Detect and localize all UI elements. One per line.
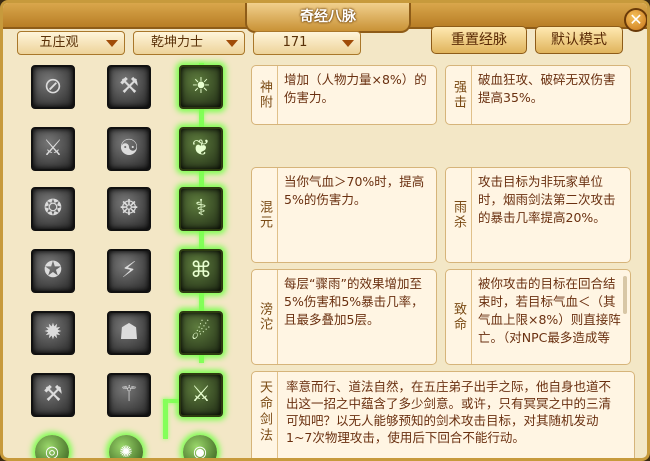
skill-glyph-icon: ☗ [119, 320, 139, 345]
meridian-path-line [163, 399, 168, 439]
orb-glyph-icon: ✺ [119, 442, 133, 461]
talent-card-pangtuo[interactable]: 滂沱 每层“骤雨”的效果增加至5%伤害和5%暴击几率，且最多叠加5层。 [251, 269, 437, 365]
orb-glyph-icon: ◎ [45, 442, 59, 461]
default-mode-button[interactable]: 默认模式 [535, 26, 623, 54]
skill-glyph-icon: ✹ [43, 320, 63, 345]
level-dropdown[interactable]: 171 [253, 31, 361, 55]
school-dropdown[interactable]: 乾坤力士 [133, 31, 245, 55]
skill-icon[interactable]: ⚒ [31, 373, 75, 417]
skill-glyph-icon: ❂ [43, 196, 63, 221]
skill-glyph-icon: ☯ [119, 136, 139, 161]
level-dropdown-value: 171 [282, 35, 308, 50]
skill-glyph-icon: ✪ [43, 258, 63, 283]
talent-label: 强击 [451, 80, 466, 110]
skill-icon[interactable]: ☯ [107, 127, 151, 171]
core-skill-orb[interactable]: ◎ [35, 435, 69, 461]
skill-glyph-icon: ☀ [191, 74, 211, 99]
skill-glyph-icon: ⚔ [43, 136, 63, 161]
skill-icon[interactable]: ⚕ [179, 187, 223, 231]
skill-glyph-icon: ⚒ [43, 382, 63, 407]
skill-icon[interactable]: ⚡ [107, 249, 151, 293]
window-title: 奇经八脉 [245, 3, 411, 33]
talent-card-zhiming[interactable]: 致命 被你攻击的目标在回合结束时，若目标气血＜（其气血上限×8%）则直接阵亡。（… [445, 269, 631, 365]
ultimate-skill-card[interactable]: 天命剑法 率意而行、道法自然，在五庄弟子出手之际，他自身也道不出这一招之中蕴含了… [251, 371, 635, 458]
talent-desc: 攻击目标为非玩家单位时，烟雨剑法第二次攻击的暴击几率提高20%。 [478, 174, 616, 225]
skill-glyph-icon: ❦ [191, 136, 211, 161]
talent-card-shenfu[interactable]: 神附 增加（人物力量×8%）的伤害力。 [251, 65, 437, 125]
core-skill-orb[interactable]: ✺ [109, 435, 143, 461]
reset-meridian-button[interactable]: 重置经脉 [431, 26, 527, 54]
skill-icon[interactable]: ⌘ [179, 249, 223, 293]
skill-icon[interactable]: ☸ [107, 187, 151, 231]
skill-icon[interactable]: ❂ [31, 187, 75, 231]
talent-label: 雨杀 [451, 200, 466, 230]
orb-glyph-icon: ◉ [193, 442, 207, 461]
talent-label: 致命 [451, 302, 466, 332]
skill-glyph-icon: ⊘ [43, 74, 63, 99]
skill-glyph-icon: ☄ [191, 320, 211, 345]
ultimate-desc: 率意而行、道法自然，在五庄弟子出手之际，他自身也道不出这一招之中蕴含了多少剑意。… [286, 379, 612, 445]
skill-glyph-icon: ⚕ [195, 196, 207, 221]
skill-glyph-icon: ☸ [119, 196, 139, 221]
skill-glyph-icon: ⚔ [191, 382, 211, 407]
skill-glyph-icon: ⚡ [121, 258, 137, 283]
talent-desc: 当你气血＞70%时，提高5%的伤害力。 [284, 174, 425, 207]
talent-label: 神附 [257, 80, 272, 110]
meridian-window: 奇经八脉 ✕ 五庄观 乾坤力士 171 重置经脉 默认模式 ⊘ ⚒ ☀ ⚔ ☯ ❦ ❂ ☸ ⚕ ✪… [0, 0, 650, 461]
talent-card-yusha[interactable]: 雨杀 攻击目标为非玩家单位时，烟雨剑法第二次攻击的暴击几率提高20%。 [445, 167, 631, 263]
sect-dropdown[interactable]: 五庄观 [17, 31, 125, 55]
skill-icon[interactable]: ☄ [179, 311, 223, 355]
talent-desc: 增加（人物力量×8%）的伤害力。 [284, 72, 427, 105]
talent-desc: 被你攻击的目标在回合结束时，若目标气血＜（其气血上限×8%）则直接阵亡。（对NP… [478, 276, 621, 345]
chevron-down-icon [226, 40, 238, 47]
skill-icon[interactable]: ⊘ [31, 65, 75, 109]
skill-glyph-icon: ⌘ [190, 258, 212, 283]
scrollbar[interactable] [623, 276, 627, 314]
skill-glyph-icon: ⚒ [119, 74, 139, 99]
talent-label: 混元 [257, 200, 272, 230]
skill-icon[interactable]: ☗ [107, 311, 151, 355]
ultimate-label: 天命剑法 [257, 380, 272, 444]
skill-icon[interactable]: ⚔ [31, 127, 75, 171]
talent-desc: 每层“骤雨”的效果增加至5%伤害和5%暴击几率，且最多叠加5层。 [284, 276, 424, 327]
close-icon[interactable]: ✕ [624, 8, 647, 32]
skill-icon[interactable]: ✪ [31, 249, 75, 293]
skill-icon[interactable]: ⚚ [107, 373, 151, 417]
skill-glyph-icon: ⚚ [119, 382, 139, 407]
school-dropdown-value: 乾坤力士 [150, 35, 203, 50]
skill-icon[interactable]: ❦ [179, 127, 223, 171]
talent-card-hunyuan[interactable]: 混元 当你气血＞70%时，提高5%的伤害力。 [251, 167, 437, 263]
skill-icon[interactable]: ✹ [31, 311, 75, 355]
chevron-down-icon [106, 40, 118, 47]
talent-label: 滂沱 [257, 302, 272, 332]
sect-dropdown-value: 五庄观 [39, 35, 79, 50]
skill-icon[interactable]: ⚒ [107, 65, 151, 109]
skill-icon[interactable]: ☀ [179, 65, 223, 109]
skill-icon[interactable]: ⚔ [179, 373, 223, 417]
talent-card-qiangji[interactable]: 强击 破血狂攻、破碎无双伤害提高35%。 [445, 65, 631, 125]
talent-desc: 破血狂攻、破碎无双伤害提高35%。 [478, 72, 616, 105]
chevron-down-icon [342, 40, 354, 47]
core-skill-orb[interactable]: ◉ [183, 435, 217, 461]
